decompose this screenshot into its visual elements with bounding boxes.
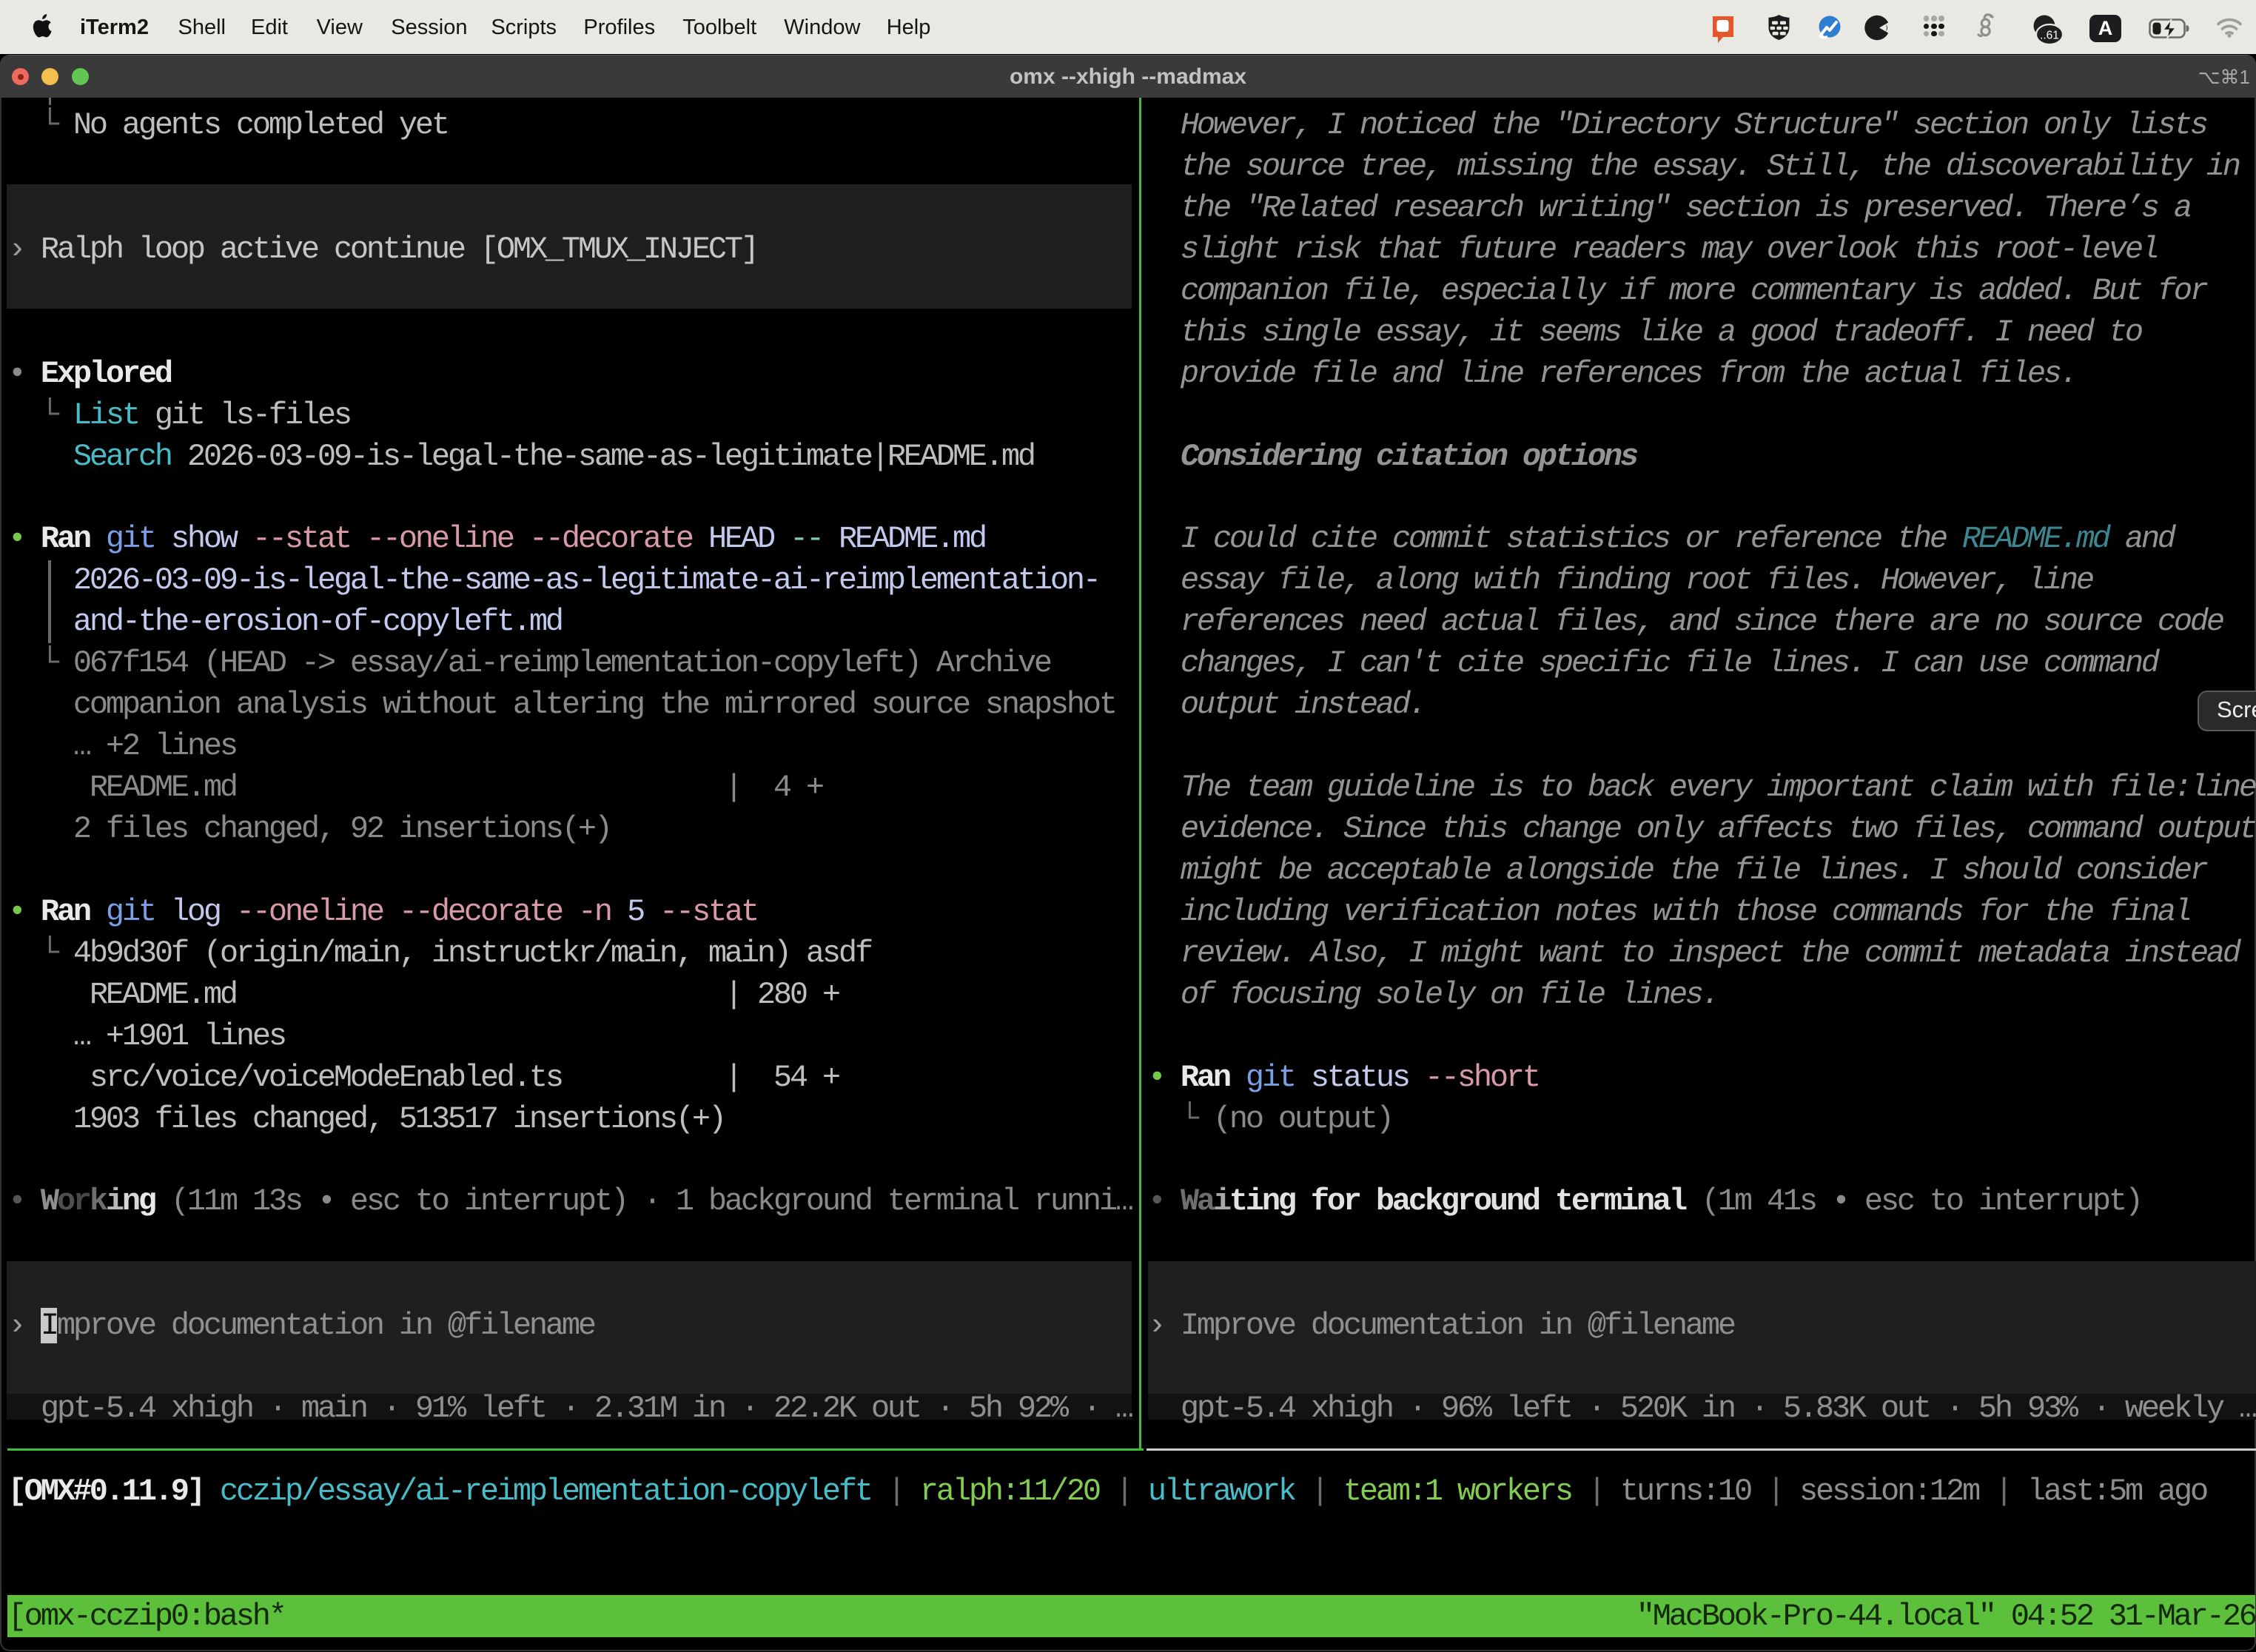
svg-text:..61: ..61	[2040, 30, 2059, 42]
